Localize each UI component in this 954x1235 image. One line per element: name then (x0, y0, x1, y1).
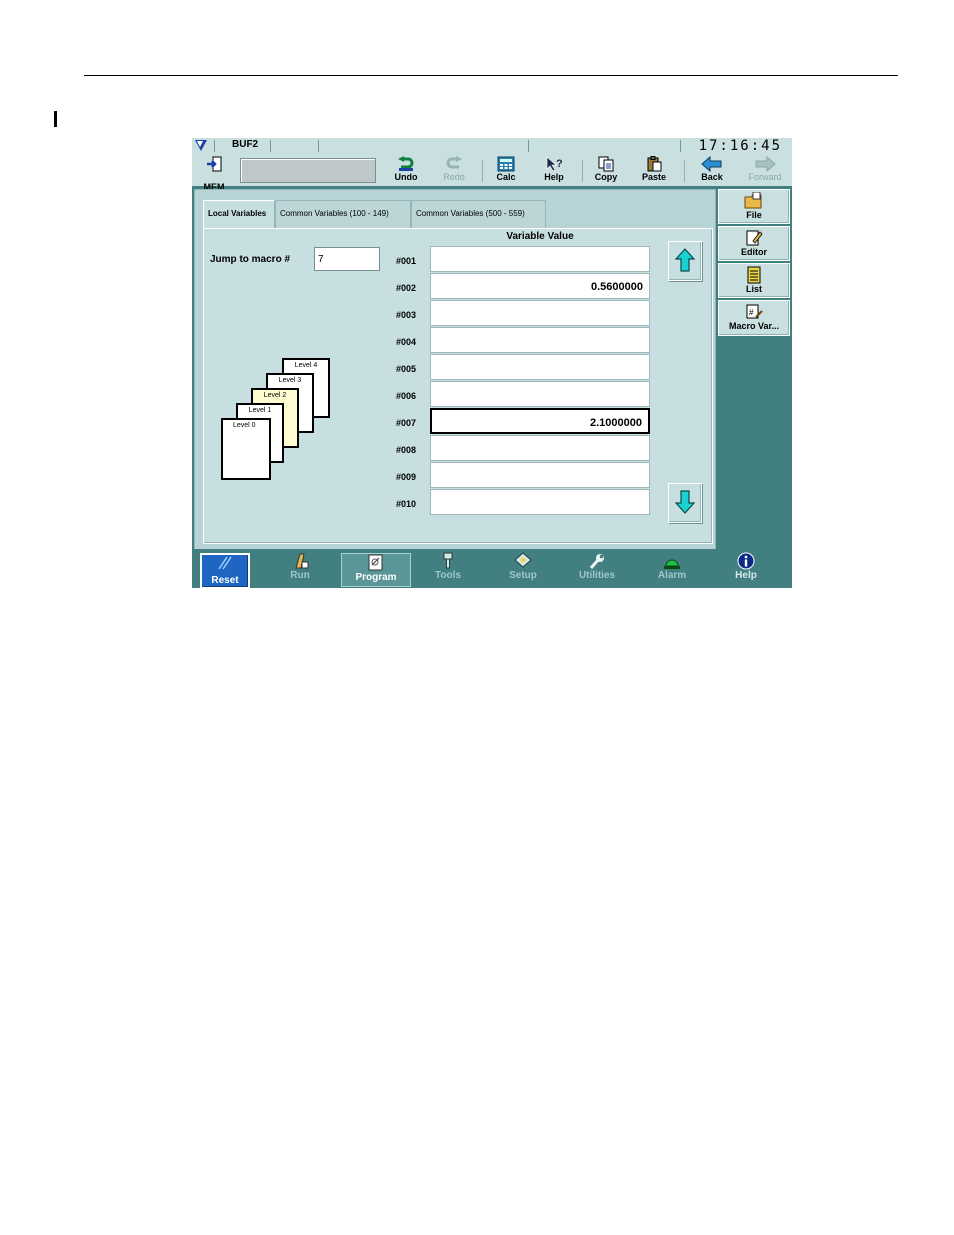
macro-variables-panel: Local Variables Common Variables (100 - … (194, 189, 716, 551)
calc-button[interactable]: Calc (484, 156, 528, 186)
reset-icon (218, 556, 232, 570)
up-arrow-icon (675, 248, 695, 272)
setup-icon (514, 552, 532, 568)
tab-local-variables[interactable]: Local Variables (203, 200, 275, 228)
table-row: #003 (396, 300, 650, 327)
variable-value-cell[interactable] (430, 381, 650, 407)
utilities-tab[interactable]: Utilities (563, 552, 631, 586)
list-button[interactable]: List (718, 263, 790, 298)
forward-button[interactable]: Forward (740, 156, 790, 186)
table-row: #009 (396, 462, 650, 489)
alarm-light-icon (664, 559, 680, 569)
editor-button[interactable]: Editor (718, 226, 790, 261)
buffer-name: BUF2 (232, 139, 259, 150)
variable-name: #005 (396, 364, 417, 374)
variable-table: #001 #002 0.5600000 #003 #004 #005 #006 #… (396, 246, 650, 516)
help-button[interactable]: ? Help (532, 156, 576, 186)
variable-value-cell[interactable] (430, 354, 650, 380)
mem-button[interactable]: MEM (194, 156, 234, 192)
file-button[interactable]: File (718, 189, 790, 224)
macro-variables-button[interactable]: # Macro Var... (718, 300, 790, 336)
variable-name: #006 (396, 391, 417, 401)
variable-value-cell[interactable]: 0.5600000 (430, 273, 650, 299)
variable-value-cell[interactable] (430, 327, 650, 353)
variable-name: #001 (396, 256, 417, 266)
variable-name: #009 (396, 472, 417, 482)
table-row: #006 (396, 381, 650, 408)
variable-value-cell-selected[interactable]: 2.1000000 (430, 408, 650, 434)
cnc-screen: BUF2 17:16:45 MEM Undo Redo Calc ? Help … (192, 138, 792, 588)
logo-icon (195, 140, 207, 151)
message-box (240, 158, 376, 183)
help-tab[interactable]: Help (712, 552, 780, 586)
table-row: #002 0.5600000 (396, 273, 650, 300)
folder-icon (744, 192, 762, 209)
calculator-icon (497, 156, 515, 172)
table-row: #010 (396, 489, 650, 516)
variable-name: #002 (396, 283, 417, 293)
variable-name: #007 (396, 418, 417, 428)
table-row: #008 (396, 435, 650, 462)
variable-name: #004 (396, 337, 417, 347)
down-arrow-icon (675, 490, 695, 514)
variable-value-cell[interactable] (430, 435, 650, 461)
table-row: #005 (396, 354, 650, 381)
reset-button[interactable]: Reset (200, 553, 250, 588)
jump-to-macro-label: Jump to macro # (210, 254, 291, 265)
local-variables-content: Jump to macro # Variable Value #001 #002… (203, 228, 713, 544)
tab-common-variables-500-559[interactable]: Common Variables (500 - 559) (411, 200, 546, 228)
variable-value-cell[interactable] (430, 462, 650, 488)
variable-value-cell[interactable] (430, 300, 650, 326)
svg-text:?: ? (556, 158, 563, 170)
program-icon (368, 554, 383, 571)
change-bar (54, 111, 57, 127)
bottom-nav: Reset Run Program Tools Setup Utilities … (192, 549, 792, 588)
copy-icon (598, 156, 614, 172)
help-icon: ? (546, 156, 563, 172)
table-row: #001 (396, 246, 650, 273)
scroll-up-button[interactable] (668, 241, 702, 281)
page-header-rule (84, 75, 898, 76)
macro-variable-icon: # (746, 304, 763, 319)
level-0-page: Level 0 (221, 418, 271, 480)
scroll-down-button[interactable] (668, 483, 702, 523)
program-tab[interactable]: Program (341, 553, 411, 587)
back-button[interactable]: Back (690, 156, 734, 186)
info-icon (737, 552, 755, 570)
tab-common-variables-100-149[interactable]: Common Variables (100 - 149) (275, 200, 411, 228)
mem-icon (207, 156, 222, 172)
variable-value-header: Variable Value (506, 231, 574, 242)
back-arrow-icon (701, 156, 722, 172)
redo-button[interactable]: Redo (432, 156, 476, 186)
variable-value-cell[interactable] (430, 246, 650, 272)
table-row: #004 (396, 327, 650, 354)
right-nav: File Editor List # Macro Var... (718, 189, 790, 338)
list-icon (747, 266, 761, 284)
variable-value-cell[interactable] (430, 489, 650, 515)
variable-name: #008 (396, 445, 417, 455)
svg-text:#: # (749, 308, 754, 317)
jump-to-macro-input[interactable] (314, 247, 380, 271)
title-bar: BUF2 17:16:45 (192, 138, 792, 155)
paste-icon (647, 156, 662, 172)
tools-icon (443, 552, 453, 569)
copy-button[interactable]: Copy (584, 156, 628, 186)
redo-icon (446, 156, 462, 169)
run-icon (295, 553, 309, 569)
wrench-icon (589, 554, 604, 569)
table-row: #007 2.1000000 (396, 408, 650, 435)
undo-button[interactable]: Undo (384, 156, 428, 186)
variable-name: #003 (396, 310, 417, 320)
setup-tab[interactable]: Setup (489, 552, 557, 586)
editor-icon (746, 230, 763, 246)
undo-icon (398, 156, 414, 171)
run-tab[interactable]: Run (266, 552, 334, 586)
alarm-tab[interactable]: Alarm (638, 552, 706, 586)
clock: 17:16:45 (698, 138, 782, 154)
forward-arrow-icon (755, 156, 776, 172)
tools-tab[interactable]: Tools (414, 552, 482, 586)
paste-button[interactable]: Paste (632, 156, 676, 186)
variable-name: #010 (396, 499, 417, 509)
